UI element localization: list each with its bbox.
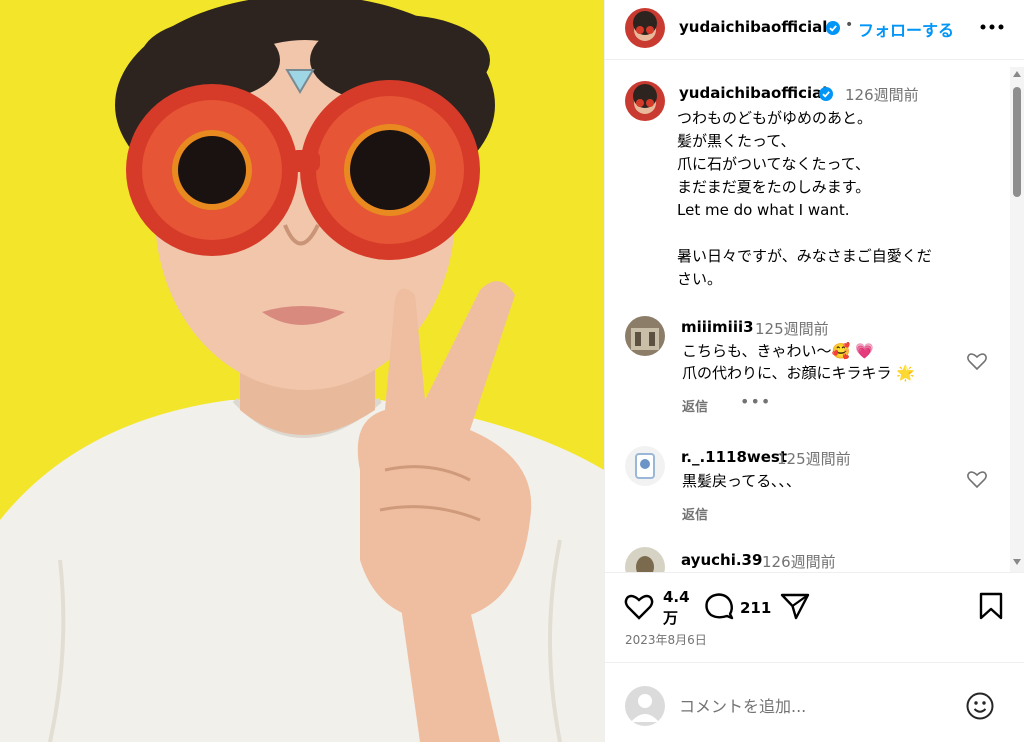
commenter-avatar[interactable]: [625, 446, 665, 486]
comment-text-line: こちらも、きゃわい〜🥰 💗: [682, 342, 874, 360]
reply-button[interactable]: 返信: [682, 504, 708, 523]
save-bookmark-icon[interactable]: [977, 591, 1005, 625]
post-actions: 4.4 万 211 2023年8月6日: [605, 572, 1024, 662]
caption-time[interactable]: 126週間前: [845, 84, 919, 105]
verified-badge-icon: [826, 20, 840, 39]
scroll-thumb[interactable]: [1013, 87, 1021, 197]
comment-text-line: 爪の代わりに、お顔にキラキラ 🌟: [682, 364, 915, 382]
comment-count[interactable]: 211: [740, 599, 771, 617]
comment-input[interactable]: [679, 693, 949, 719]
comment-like-heart-icon[interactable]: [965, 467, 989, 491]
more-options-icon[interactable]: [977, 14, 1007, 40]
caption-avatar[interactable]: [625, 81, 665, 121]
comment-text-line: 黒髪戻ってる､､､: [682, 472, 794, 490]
current-user-avatar: [625, 686, 665, 726]
comments-list[interactable]: yudaichibaofficial 126週間前 つわものどもがゆめのあと。 …: [605, 67, 1024, 572]
caption-text: つわものどもがゆめのあと。 髪が黒くたって、 爪に石がついてなくたって、 まだま…: [677, 109, 932, 288]
comment-username[interactable]: miiimiii3: [681, 318, 754, 336]
post-date[interactable]: 2023年8月6日: [625, 631, 707, 648]
comment-time[interactable]: 126週間前: [762, 551, 836, 572]
author-username[interactable]: yudaichibaofficial: [679, 18, 827, 36]
like-count[interactable]: 4.4 万: [663, 587, 693, 629]
follow-button[interactable]: フォローする: [858, 17, 954, 41]
comment-time[interactable]: 125週間前: [755, 318, 829, 339]
comment-like-heart-icon[interactable]: [965, 349, 989, 373]
like-heart-icon[interactable]: [623, 591, 655, 625]
post-photo[interactable]: [0, 0, 604, 742]
commenter-avatar[interactable]: [625, 316, 665, 356]
scroll-up-arrow-icon[interactable]: [1013, 71, 1021, 77]
comment-time[interactable]: 125週間前: [777, 448, 851, 469]
post-header: yudaichibaofficial • フォローする: [605, 0, 1024, 60]
post-side-panel: yudaichibaofficial • フォローする yudaichibaof…: [604, 0, 1024, 742]
add-comment-bar: [605, 662, 1024, 742]
emoji-smiley-icon[interactable]: [965, 691, 995, 721]
scroll-down-arrow-icon[interactable]: [1013, 559, 1021, 565]
reply-button[interactable]: 返信: [682, 396, 708, 415]
comment-more-button[interactable]: •••: [740, 392, 771, 411]
author-avatar[interactable]: [625, 8, 665, 48]
person-with-flower-sunglasses-image: [0, 0, 604, 742]
share-paper-plane-icon[interactable]: [779, 591, 811, 625]
verified-badge-icon: [819, 86, 833, 105]
separator-dot: •: [845, 17, 854, 33]
comments-scrollbar[interactable]: [1010, 67, 1024, 572]
commenter-avatar[interactable]: [625, 547, 665, 572]
comment-username[interactable]: ayuchi.39: [681, 551, 762, 569]
comment-bubble-icon[interactable]: [703, 591, 735, 625]
caption-username[interactable]: yudaichibaofficial: [679, 84, 827, 102]
comment-username[interactable]: r._.1118west: [681, 448, 787, 466]
